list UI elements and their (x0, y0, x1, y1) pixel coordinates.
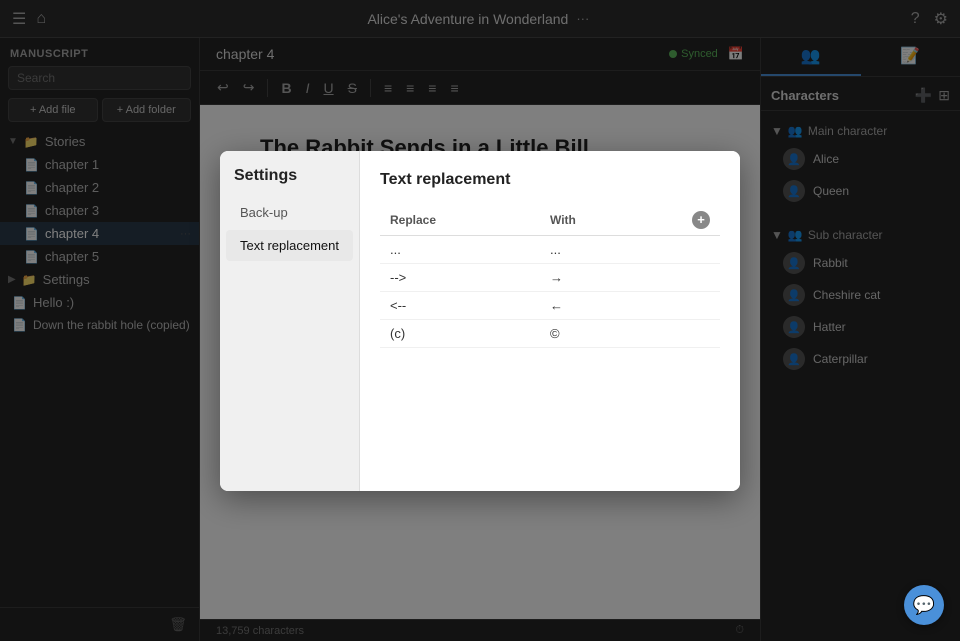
replace-cell: --> (380, 264, 540, 292)
replacement-table: Replace With + ......-->→<--←(c)© (380, 205, 720, 349)
settings-modal: Settings Back-up Text replacement Text r… (220, 151, 740, 491)
add-replacement-button[interactable]: + (692, 211, 710, 229)
replace-cell: <-- (380, 292, 540, 320)
replace-cell: ... (380, 236, 540, 264)
table-row: (c)© (380, 320, 720, 348)
col-with: With + (540, 205, 720, 236)
chat-icon: 💬 (913, 595, 935, 616)
modal-nav: Settings Back-up Text replacement (220, 151, 360, 491)
modal-main-content: Text replacement Replace With + ......--… (360, 151, 740, 491)
chat-button[interactable]: 💬 (904, 585, 944, 625)
with-cell: © (540, 320, 720, 348)
modal-overlay[interactable]: Settings Back-up Text replacement Text r… (0, 0, 960, 641)
with-cell: → (540, 264, 720, 292)
modal-nav-backup[interactable]: Back-up (226, 197, 353, 228)
replace-cell: (c) (380, 320, 540, 348)
table-row: ...... (380, 236, 720, 264)
col-with-label: With (550, 213, 576, 227)
with-cell: ← (540, 292, 720, 320)
modal-content-title: Text replacement (380, 171, 720, 189)
col-replace: Replace (380, 205, 540, 236)
modal-nav-text-replacement[interactable]: Text replacement (226, 230, 353, 261)
modal-title: Settings (220, 167, 359, 197)
table-row: <--← (380, 292, 720, 320)
table-row: -->→ (380, 264, 720, 292)
with-cell: ... (540, 236, 720, 264)
